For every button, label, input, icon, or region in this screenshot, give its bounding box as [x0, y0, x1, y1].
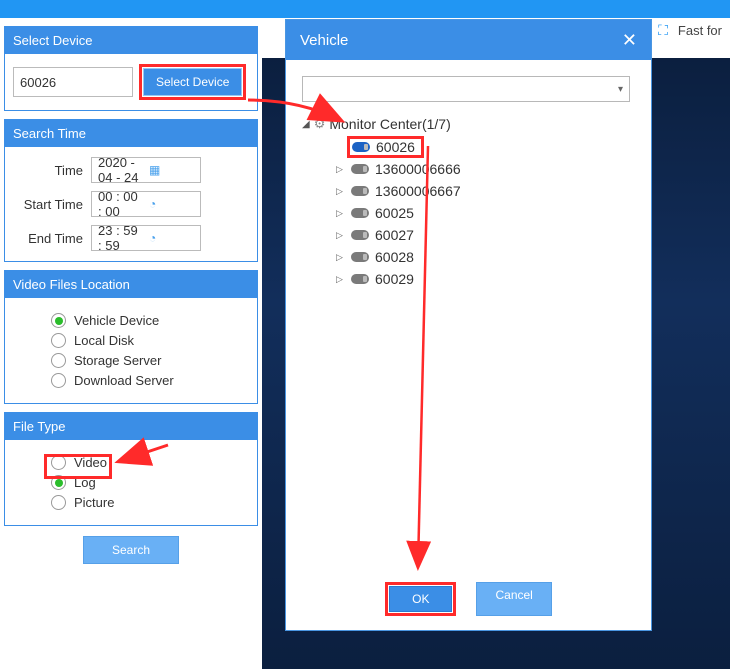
device-icon	[351, 164, 369, 174]
time-label: Time	[13, 163, 91, 178]
search-button[interactable]: Search	[83, 536, 179, 564]
radio-label: Vehicle Device	[74, 313, 159, 328]
panel-search-time-title: Search Time	[5, 120, 257, 147]
device-icon	[352, 142, 370, 152]
tree-item-label: 60026	[376, 139, 415, 155]
radio-video-location[interactable]: Download Server	[51, 373, 249, 388]
expand-icon[interactable]: ⛶	[658, 22, 668, 39]
tree-item-label: 60029	[375, 271, 414, 287]
clock-icon[interactable]: ◔	[149, 197, 194, 211]
dialog-title: Vehicle	[300, 32, 348, 49]
tree-item-label: 60025	[375, 205, 414, 221]
date-input[interactable]: 2020 - 04 - 24 ▦	[91, 157, 201, 183]
tree-root-label: Monitor Center(1/7)	[329, 116, 450, 132]
tree-item-label: 60028	[375, 249, 414, 265]
tree-root[interactable]: ◢ ⚙ Monitor Center(1/7)	[302, 116, 635, 132]
tree-item[interactable]: ▷ 60029	[336, 268, 635, 290]
annotation-highlight-select-device: Select Device	[139, 64, 246, 100]
toolbar-right: ⛶ Fast for	[658, 22, 722, 39]
radio-icon	[51, 313, 66, 328]
fast-forward-label[interactable]: Fast for	[678, 23, 722, 38]
radio-label: Log	[74, 475, 96, 490]
calendar-icon[interactable]: ▦	[149, 163, 194, 177]
annotation-highlight-ok: OK	[385, 582, 456, 616]
tree-item[interactable]: 60026	[336, 136, 635, 158]
start-time-input[interactable]: 00 : 00 : 00 ◔	[91, 191, 201, 217]
chevron-down-icon[interactable]: ▾	[618, 84, 623, 95]
radio-label: Storage Server	[74, 353, 161, 368]
radio-video-location[interactable]: Storage Server	[51, 353, 249, 368]
tree-expand-icon[interactable]: ▷	[336, 186, 345, 197]
select-device-button[interactable]: Select Device	[143, 68, 242, 96]
radio-label: Local Disk	[74, 333, 134, 348]
tree-item[interactable]: ▷ 60025	[336, 202, 635, 224]
radio-icon	[51, 495, 66, 510]
panel-file-type: File Type Video Log Picture	[4, 412, 258, 526]
radio-icon	[51, 455, 66, 470]
panel-search-time: Search Time Time 2020 - 04 - 24 ▦ Start …	[4, 119, 258, 262]
radio-icon	[51, 475, 66, 490]
tree-expand-icon[interactable]: ▷	[336, 164, 345, 175]
tree-item-label: 13600006667	[375, 183, 461, 199]
radio-label: Picture	[74, 495, 114, 510]
panel-video-location-title: Video Files Location	[5, 271, 257, 298]
vehicle-dialog: Vehicle ✕ ▾ ◢ ⚙ Monitor Center(1/7) 6002…	[285, 19, 652, 631]
clock-icon[interactable]: ◔	[149, 231, 194, 245]
panel-select-device: Select Device 60026 Select Device	[4, 26, 258, 111]
radio-icon	[51, 333, 66, 348]
tree-item[interactable]: ▷ 60028	[336, 246, 635, 268]
radio-file-type[interactable]: Video	[51, 455, 249, 470]
gear-icon: ⚙	[314, 116, 326, 132]
tree-item[interactable]: ▷ 13600006667	[336, 180, 635, 202]
radio-icon	[51, 353, 66, 368]
tree-expand-icon[interactable]: ▷	[336, 230, 345, 241]
radio-label: Download Server	[74, 373, 174, 388]
close-icon[interactable]: ✕	[622, 30, 637, 51]
end-time-input[interactable]: 23 : 59 : 59 ◔	[91, 225, 201, 251]
tree-item[interactable]: ▷ 60027	[336, 224, 635, 246]
radio-icon	[51, 373, 66, 388]
tree-item[interactable]: ▷ 13600006666	[336, 158, 635, 180]
radio-file-type[interactable]: Picture	[51, 495, 249, 510]
radio-video-location[interactable]: Vehicle Device	[51, 313, 249, 328]
device-icon	[351, 208, 369, 218]
panel-video-location: Video Files Location Vehicle Device Local…	[4, 270, 258, 404]
device-icon	[351, 186, 369, 196]
tree-expand-icon[interactable]: ▷	[336, 274, 345, 285]
cancel-button[interactable]: Cancel	[476, 582, 551, 616]
panel-file-type-title: File Type	[5, 413, 257, 440]
device-id-input[interactable]: 60026	[13, 67, 133, 97]
tree-expand-icon[interactable]: ▷	[336, 252, 345, 263]
device-icon	[351, 230, 369, 240]
panel-select-device-title: Select Device	[5, 27, 257, 54]
start-time-label: Start Time	[13, 197, 91, 212]
tree-item-label: 13600006666	[375, 161, 461, 177]
device-icon	[351, 252, 369, 262]
ok-button[interactable]: OK	[389, 586, 452, 612]
annotation-highlight-tree-item: 60026	[347, 136, 424, 158]
radio-label: Video	[74, 455, 107, 470]
tree-collapse-icon[interactable]: ◢	[302, 119, 310, 130]
device-icon	[351, 274, 369, 284]
tree-expand-icon[interactable]: ▷	[336, 208, 345, 219]
dialog-search-input[interactable]: ▾	[302, 76, 630, 102]
window-topbar	[0, 0, 730, 18]
radio-file-type[interactable]: Log	[51, 475, 249, 490]
radio-video-location[interactable]: Local Disk	[51, 333, 249, 348]
end-time-label: End Time	[13, 231, 91, 246]
tree-item-label: 60027	[375, 227, 414, 243]
